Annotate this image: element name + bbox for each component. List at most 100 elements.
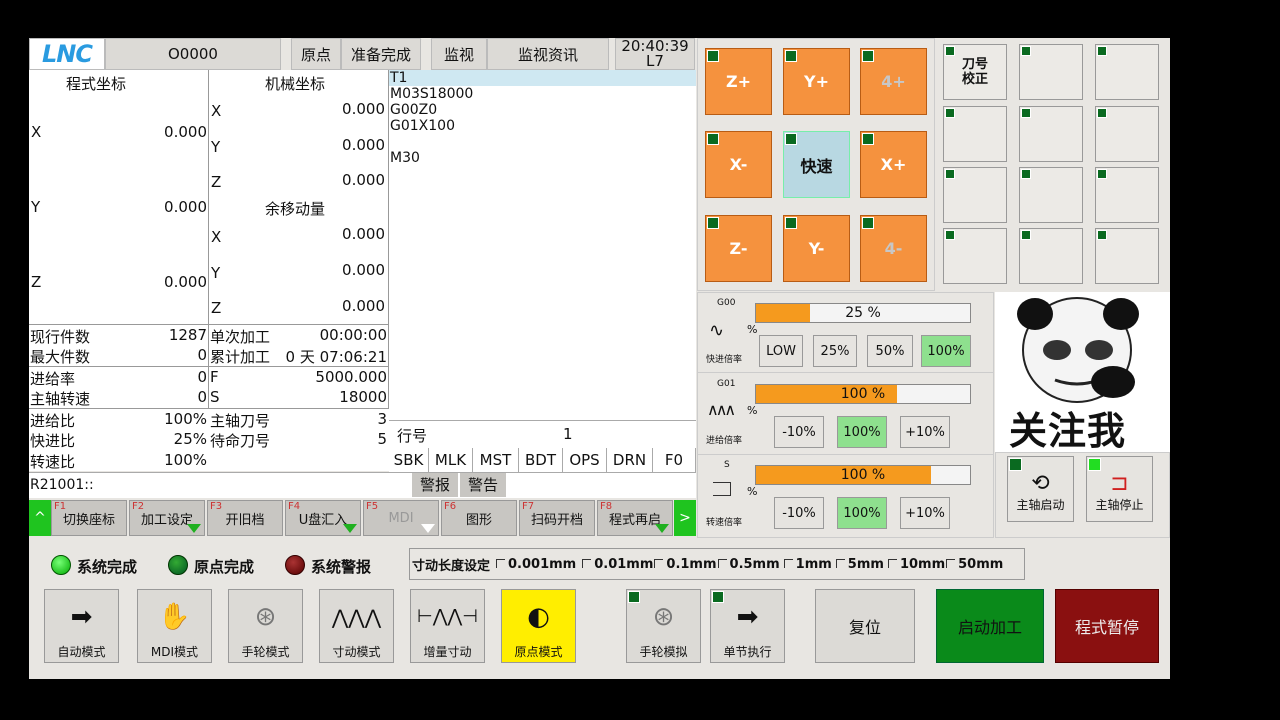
monitor-info-tab[interactable]: 监视资讯 <box>487 38 609 70</box>
machine-x-label: X <box>211 102 222 120</box>
remain-x-label: X <box>211 228 222 246</box>
led-icon <box>1097 169 1107 179</box>
fkey-f5-button[interactable]: F5 MDI <box>363 500 439 536</box>
ratio-panel <box>29 409 389 471</box>
handwheel-sim-button[interactable]: ⊛ 手轮模拟 <box>626 589 701 663</box>
program-line[interactable]: M30 <box>389 150 696 166</box>
feed-plus10-button[interactable]: +10% <box>900 416 950 448</box>
jog-length-option[interactable]: 1mm <box>783 557 832 572</box>
custom-button[interactable] <box>1095 167 1159 223</box>
rapid-override-bar: 25 % <box>755 303 971 323</box>
warning-indicator[interactable]: 警告 <box>460 473 506 497</box>
arrow-right-icon: ➡ <box>70 601 93 632</box>
spindle-start-button[interactable]: ⟲ 主轴启动 <box>1007 456 1074 522</box>
jog-length-option[interactable]: 10mm <box>887 557 945 572</box>
program-line-current[interactable]: T1 <box>389 70 696 86</box>
program-line[interactable]: M03S18000 <box>389 86 696 102</box>
remain-y-value: 0.000 <box>342 261 385 279</box>
submenu-arrow-icon <box>655 524 669 533</box>
machine-x-value: 0.000 <box>342 100 385 118</box>
fkey-f6-button[interactable]: F6 图形 <box>441 500 517 536</box>
jog-length-option[interactable]: 5mm <box>835 557 884 572</box>
program-line[interactable] <box>389 134 696 150</box>
meme-caption: 关注我 <box>1009 409 1127 453</box>
custom-button[interactable] <box>1019 44 1083 100</box>
program-pause-button[interactable]: 程式暂停 <box>1055 589 1159 663</box>
flag-f0: F0 <box>653 448 696 472</box>
message-bar: R21001:: 警报 警告 <box>29 472 696 498</box>
jog-length-option[interactable]: 0.01mm <box>582 557 653 572</box>
home-mode-button[interactable]: ◐ 原点模式 <box>501 589 576 663</box>
incremental-jog-button[interactable]: ⊢⋀⋀⊣ 增量寸动 <box>410 589 485 663</box>
fkey-f4-button[interactable]: F4 U盘汇入 <box>285 500 361 536</box>
jog-z-minus-button[interactable]: Z- <box>705 215 772 282</box>
jog-y-minus-button[interactable]: Y- <box>783 215 850 282</box>
jog-length-option[interactable]: 50mm <box>946 557 1003 572</box>
y-axis-label: Y <box>31 198 41 216</box>
custom-button[interactable] <box>1095 44 1159 100</box>
jog-4-plus-button[interactable]: 4+ <box>860 48 927 115</box>
jog-length-option[interactable]: 0.5mm <box>717 557 780 572</box>
total-run-value: 0 天 07:06:21 <box>285 348 387 366</box>
message-code: R21001:: <box>30 477 94 493</box>
program-line[interactable]: G01X100 <box>389 118 696 134</box>
spindle-stop-button[interactable]: ⊐ 主轴停止 <box>1086 456 1153 522</box>
monitor-tab[interactable]: 监视 <box>431 38 487 70</box>
fkey-f2-button[interactable]: F2 加工设定 <box>129 500 205 536</box>
jog-4-minus-button[interactable]: 4- <box>860 215 927 282</box>
flag-sbk: SBK <box>389 448 429 472</box>
jog-mode-button[interactable]: ⋀⋀⋀ 寸动模式 <box>319 589 394 663</box>
hand-icon: ✋ <box>158 601 191 632</box>
feed-minus10-button[interactable]: -10% <box>774 416 824 448</box>
custom-button[interactable] <box>1095 228 1159 284</box>
feed-100-button[interactable]: 100% <box>837 416 887 448</box>
custom-button[interactable] <box>1019 167 1083 223</box>
line-number-label: 行号 <box>397 427 428 445</box>
rapid-25-button[interactable]: 25% <box>813 335 857 367</box>
jog-length-option[interactable]: 0.1mm <box>654 557 717 572</box>
handwheel-mode-button[interactable]: ⊛ 手轮模式 <box>228 589 303 663</box>
reset-button[interactable]: 复位 <box>815 589 915 663</box>
single-block-button[interactable]: ➡ 单节执行 <box>710 589 785 663</box>
spindle-speed-value: 0 <box>197 388 207 406</box>
custom-button[interactable] <box>1019 106 1083 162</box>
fkey-next-button[interactable]: > <box>674 500 696 536</box>
alarm-indicator[interactable]: 警报 <box>412 473 458 497</box>
fkey-f7-button[interactable]: F7 扫码开档 <box>519 500 595 536</box>
rapid-100-button[interactable]: 100% <box>921 335 971 367</box>
custom-button[interactable] <box>943 228 1007 284</box>
rapid-low-button[interactable]: LOW <box>759 335 803 367</box>
custom-button[interactable] <box>943 106 1007 162</box>
auto-mode-button[interactable]: ➡ 自动模式 <box>44 589 119 663</box>
jog-length-option[interactable]: 0.001mm <box>496 557 576 572</box>
flag-bdt: BDT <box>519 448 563 472</box>
system-ready-label: 系统完成 <box>77 558 138 576</box>
custom-button[interactable] <box>943 167 1007 223</box>
spindle-unit: % <box>747 485 758 498</box>
program-editor[interactable]: T1 M03S18000 G00Z0 G01X100 M30 <box>389 70 696 420</box>
custom-button[interactable] <box>1095 106 1159 162</box>
jog-y-plus-button[interactable]: Y+ <box>783 48 850 115</box>
fkey-prev-button[interactable]: ^ <box>29 500 51 536</box>
fkey-f1-button[interactable]: F1 切换座标 <box>51 500 127 536</box>
mdi-mode-button[interactable]: ✋ MDI模式 <box>137 589 212 663</box>
spindle-plus10-button[interactable]: +10% <box>900 497 950 529</box>
single-run-label: 单次加工 <box>210 328 271 346</box>
jog-z-plus-button[interactable]: Z+ <box>705 48 772 115</box>
jog-x-plus-button[interactable]: X+ <box>860 131 927 198</box>
line-number-bar: 行号 1 <box>389 420 696 448</box>
cycle-start-button[interactable]: 启动加工 <box>936 589 1044 663</box>
jog-x-minus-button[interactable]: X- <box>705 131 772 198</box>
program-line[interactable]: G00Z0 <box>389 102 696 118</box>
fkey-f8-button[interactable]: F8 程式再启 <box>597 500 673 536</box>
tool-check-button[interactable]: 刀号 校正 <box>943 44 1007 100</box>
spindle-100-button[interactable]: 100% <box>837 497 887 529</box>
spindle-minus10-button[interactable]: -10% <box>774 497 824 529</box>
home-done-lamp-icon <box>168 555 188 575</box>
fkey-f3-button[interactable]: F3 开旧档 <box>207 500 283 536</box>
custom-button[interactable] <box>1019 228 1083 284</box>
machine-y-value: 0.000 <box>342 136 385 154</box>
rapid-50-button[interactable]: 50% <box>867 335 913 367</box>
jog-rapid-button[interactable]: 快速 <box>783 131 850 198</box>
rapid-ratio-label: 快进比 <box>30 432 76 450</box>
